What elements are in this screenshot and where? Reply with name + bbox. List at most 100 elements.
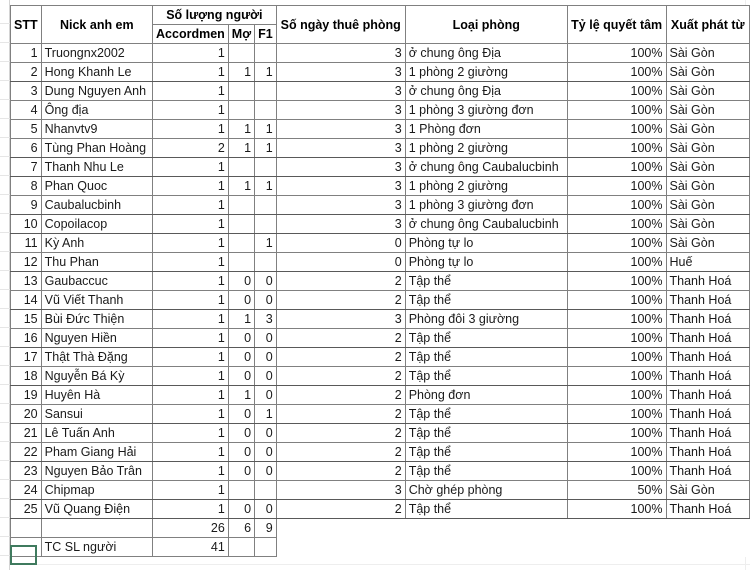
row-cell-rate[interactable]: 100% [566,214,667,234]
row-header-tick[interactable] [0,24,10,43]
row-cell-mo[interactable]: 1 [227,309,256,329]
table-row[interactable]: 4 Ông địa 1 3 1 phòng 3 giường đơn 100% Sài Gò… [10,100,750,120]
row-cell-days[interactable]: 2 [275,442,406,462]
row-cell-nick[interactable]: Nhanvtv9 [40,119,154,139]
row-cell-stt[interactable]: 20 [10,404,42,424]
row-cell-accordmen[interactable]: 1 [152,62,229,82]
row-cell-rate[interactable]: 100% [566,43,667,63]
row-cell-from[interactable]: Thanh Hoá [665,290,750,310]
row-cell-days[interactable]: 3 [275,214,406,234]
row-header-tick[interactable] [0,366,10,385]
table-row[interactable]: 1 Truongnx2002 1 3 ở chung ông Địa 100% Sài Gò… [10,43,750,63]
row-cell-mo[interactable]: 1 [227,176,256,196]
row-cell-stt[interactable]: 5 [10,119,42,139]
row-cell-room[interactable]: Tập thể [404,461,568,481]
row-cell-nick[interactable]: Kỳ Anh [40,233,154,253]
row-cell-nick[interactable]: Thu Phan [40,252,154,272]
row-cell-from[interactable]: Sài Gòn [665,214,750,234]
col-header-room[interactable]: Loại phòng [404,5,568,44]
row-cell-rate[interactable]: 100% [566,309,667,329]
row-header-tick[interactable] [0,442,10,461]
grand-total-row[interactable]: TC SL người 41 [10,537,750,557]
row-cell-mo[interactable]: 0 [227,461,256,481]
row-header-tick[interactable] [0,214,10,233]
grand-total-blank-days[interactable] [276,538,405,557]
row-cell-rate[interactable]: 100% [566,81,667,101]
row-cell-days[interactable]: 3 [275,43,406,63]
row-cell-nick[interactable]: Sansui [40,404,154,424]
row-cell-accordmen[interactable]: 1 [152,119,229,139]
row-header-tick[interactable] [0,5,10,24]
row-cell-accordmen[interactable]: 1 [152,423,229,443]
row-cell-room[interactable]: Tập thể [404,290,568,310]
col-header-days[interactable]: Số ngày thuê phòng [275,5,406,44]
row-cell-days[interactable]: 3 [275,100,406,120]
row-cell-from[interactable]: Sài Gòn [665,176,750,196]
row-cell-days[interactable]: 3 [275,176,406,196]
subtotal-blank-rate[interactable] [567,519,666,538]
row-header-tick[interactable] [0,404,10,423]
row-cell-from[interactable]: Thanh Hoá [665,423,750,443]
row-cell-room[interactable]: Tập thể [404,328,568,348]
row-cell-from[interactable]: Thanh Hoá [665,309,750,329]
row-cell-f1[interactable] [254,100,277,120]
row-cell-stt[interactable]: 18 [10,366,42,386]
row-cell-rate[interactable]: 100% [566,271,667,291]
row-cell-days[interactable]: 2 [275,271,406,291]
row-cell-from[interactable]: Sài Gòn [665,100,750,120]
row-cell-rate[interactable]: 100% [566,366,667,386]
row-cell-mo[interactable]: 0 [227,347,256,367]
row-cell-nick[interactable]: Truongnx2002 [40,43,154,63]
row-cell-nick[interactable]: Caubalucbinh [40,195,154,215]
subtotal-row[interactable]: 26 6 9 [10,518,750,538]
row-cell-from[interactable]: Thanh Hoá [665,442,750,462]
row-cell-f1[interactable]: 1 [254,176,277,196]
row-cell-from[interactable]: Sài Gòn [665,480,750,500]
row-cell-from[interactable]: Thanh Hoá [665,328,750,348]
row-cell-accordmen[interactable]: 1 [152,252,229,272]
row-cell-mo[interactable]: 0 [227,328,256,348]
row-cell-room[interactable]: Chờ ghép phòng [404,480,568,500]
col-header-accordmen[interactable]: Accordmen [152,24,229,44]
row-header-tick[interactable] [0,81,10,100]
row-cell-mo[interactable] [227,480,256,500]
row-cell-f1[interactable]: 0 [254,499,277,519]
row-cell-stt[interactable]: 19 [10,385,42,405]
row-cell-f1[interactable]: 1 [254,138,277,158]
table-row[interactable]: 9 Caubalucbinh 1 3 1 phòng 3 giường đơn 100% S… [10,195,750,215]
row-cell-nick[interactable]: Ông địa [40,100,154,120]
row-cell-mo[interactable]: 0 [227,404,256,424]
row-cell-nick[interactable]: Thanh Nhu Le [40,157,154,177]
table-row[interactable]: 11 Kỳ Anh 1 1 0 Phòng tự lo 100% Sài Gòn [10,233,750,253]
row-cell-accordmen[interactable]: 1 [152,43,229,63]
subtotal-blank-days[interactable] [276,519,405,538]
row-header-tick[interactable] [0,100,10,119]
row-cell-stt[interactable]: 7 [10,157,42,177]
row-cell-nick[interactable]: Phan Quoc [40,176,154,196]
row-cell-rate[interactable]: 100% [566,233,667,253]
row-cell-from[interactable]: Sài Gòn [665,195,750,215]
row-cell-f1[interactable] [254,195,277,215]
row-cell-mo[interactable] [227,43,256,63]
grand-total-blank-f1[interactable] [254,537,277,557]
row-cell-days[interactable]: 3 [275,62,406,82]
row-cell-days[interactable]: 3 [275,195,406,215]
row-header-tick[interactable] [0,43,10,62]
row-cell-days[interactable]: 2 [275,404,406,424]
row-cell-f1[interactable] [254,252,277,272]
grand-total-blank-rate[interactable] [567,538,666,557]
subtotal-blank-nick[interactable] [40,518,154,538]
table-row[interactable]: 17 Thật Thà Đặng 1 0 0 2 Tập thể 100% Thanh Hoá [10,347,750,367]
row-cell-days[interactable]: 0 [275,252,406,272]
row-header-tick[interactable] [0,537,10,556]
table-row[interactable]: 18 Nguyễn Bá Kỳ 1 0 0 2 Tập thể 100% Thanh Hoá [10,366,750,386]
table-row[interactable]: 14 Vũ Viết Thanh 1 0 0 2 Tập thể 100% Thanh Hoá [10,290,750,310]
row-cell-stt[interactable]: 10 [10,214,42,234]
row-cell-from[interactable]: Thanh Hoá [665,404,750,424]
row-cell-days[interactable]: 3 [275,309,406,329]
row-cell-stt[interactable]: 1 [10,43,42,63]
col-header-nick[interactable]: Nick anh em [40,5,154,44]
row-cell-from[interactable]: Sài Gòn [665,138,750,158]
row-cell-room[interactable]: 1 Phòng đơn [404,119,568,139]
row-cell-nick[interactable]: Chipmap [40,480,154,500]
